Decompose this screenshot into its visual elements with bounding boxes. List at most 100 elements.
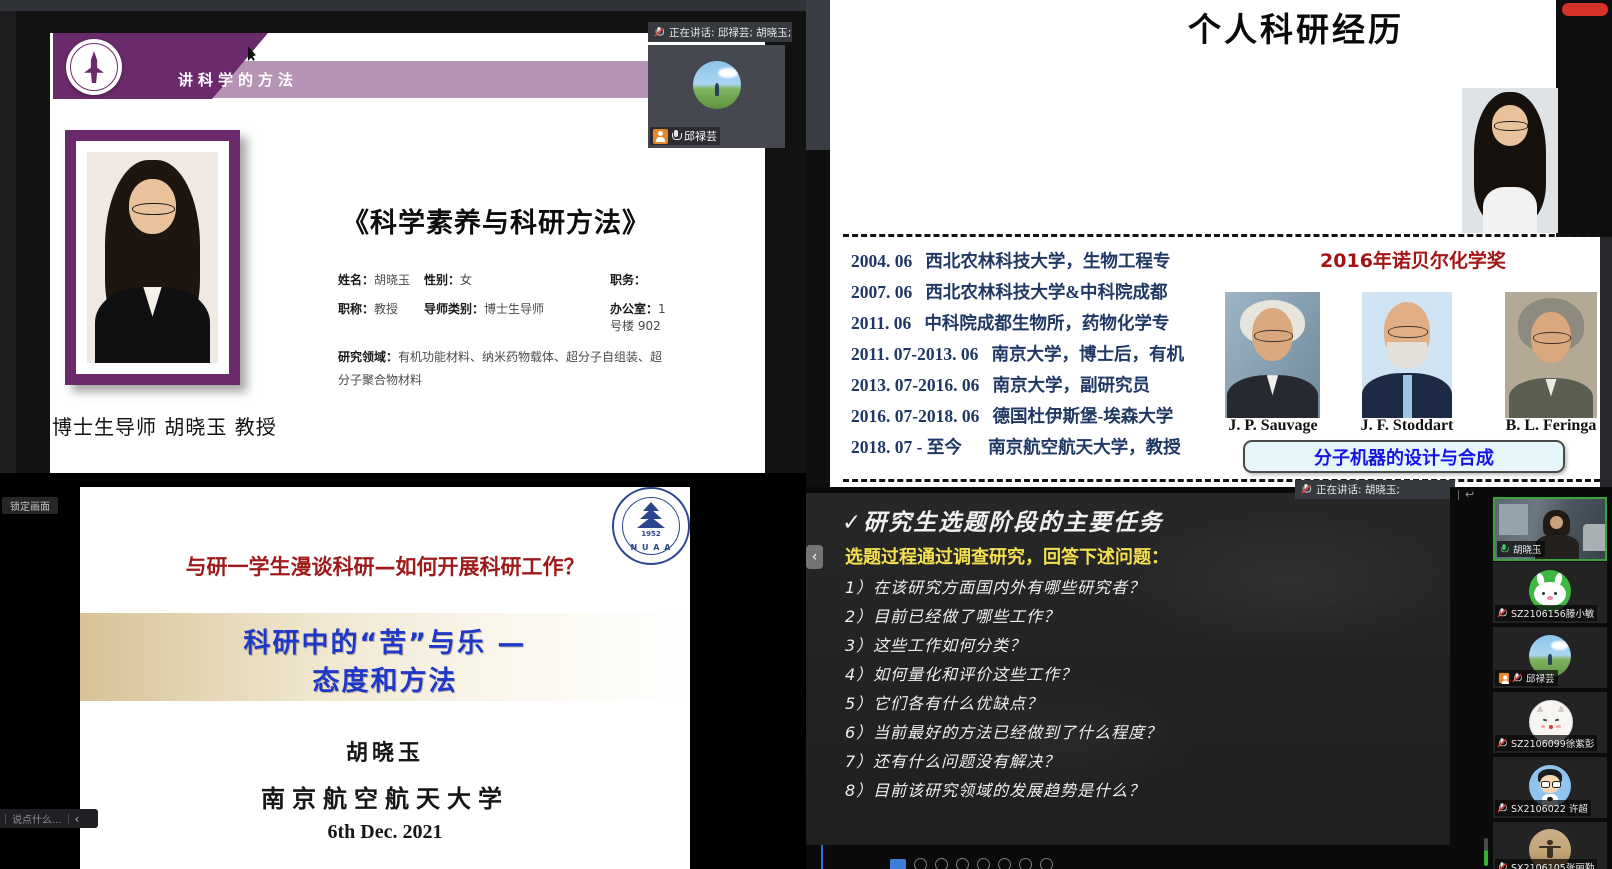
board-heading: ✓研究生选题阶段的主要任务 — [842, 503, 1163, 537]
career-timeline: 2004. 06 西北农林科技大学，生物工程专 2007. 06 西北农林科技大… — [851, 246, 1191, 466]
subtitle-blue-line1: 科研中的“苦”与乐 — — [80, 621, 690, 660]
laureate-caption: B. L. Feringa — [1492, 417, 1610, 435]
quadrant-3: 锁定画面 1952 N U A A 与研一学生漫谈科研—如何开展科研工作？ 科研… — [0, 473, 806, 869]
chat-collapse-chevron-icon[interactable]: ‹ — [75, 812, 80, 826]
college-emblem-icon — [66, 39, 122, 95]
info-label: 职称： — [338, 302, 374, 316]
video-name-label: 邱禄芸 — [650, 127, 720, 145]
logo-year: 1952 — [614, 530, 688, 538]
mic-muted-icon — [655, 26, 664, 37]
speaking-status-text: 正在讲话: 邱禄芸; 胡晓玉; — [669, 25, 791, 40]
info-label: 导师类别： — [424, 302, 484, 316]
info-label: 姓名： — [338, 273, 374, 287]
toolbar-circle-icon[interactable] — [914, 858, 927, 869]
mic-muted-icon — [1498, 862, 1506, 869]
info-row: 职称：教授 导师类别：博士生导师 办公室：1号楼 902 — [338, 300, 673, 334]
window-top-bar — [0, 0, 806, 11]
participant-name: SZ2106156滕小敏 — [1511, 606, 1594, 620]
participant-tile-teng[interactable]: SZ2106156滕小敏 — [1493, 562, 1607, 623]
mic-muted-icon — [1498, 803, 1506, 813]
info-label: 性别： — [424, 273, 460, 287]
info-label: 研究领域： — [338, 350, 398, 364]
participant-tile-xu-c[interactable]: SX2106022 许超 — [1493, 757, 1607, 818]
toolbar-circle-icon[interactable] — [935, 858, 948, 869]
professor-photo — [87, 152, 218, 363]
toolbar-circle-icon[interactable] — [977, 858, 990, 869]
toolbar-circle-icon[interactable] — [956, 858, 969, 869]
color-swatch-blue[interactable] — [890, 859, 906, 869]
laureate-photo-sauvage — [1225, 292, 1320, 418]
toolbar-circle-icon[interactable] — [1040, 858, 1053, 869]
board-questions: 1）在该研究方面国内外有哪些研究者？ 2）目前已经做了哪些工作？ 3）这些工作如… — [845, 573, 1162, 805]
question-item: 7）还有什么问题没有解决？ — [845, 747, 1162, 776]
info-value: 博士生导师 — [484, 302, 544, 316]
pen-indicator — [821, 843, 823, 869]
participant-scrollbar[interactable] — [1484, 838, 1488, 866]
annotation-toolbar — [890, 858, 1053, 869]
participant-label: SX2106022 许超 — [1495, 800, 1591, 816]
quadrant-1: 讲科学的方法 《科学素养与科研方法》 姓名：胡晓玉 性别：女 职务： — [0, 0, 806, 477]
participant-label: SZ2106156滕小敏 — [1495, 605, 1597, 621]
banner-tab-label: 讲科学的方法 — [178, 69, 298, 90]
question-item: 5）它们各有什么优缺点？ — [845, 689, 1162, 718]
info-row: 姓名：胡晓玉 性别：女 职务： — [338, 271, 673, 288]
participant-label: SZ2106099徐紫彭 — [1495, 735, 1597, 751]
question-item: 2）目前已经做了哪些工作？ — [845, 602, 1162, 631]
timeline-row: 2013. 07-2016. 06 南京大学，副研究员 — [851, 370, 1191, 401]
laureate-caption: J. F. Stoddart — [1348, 417, 1466, 435]
participant-tile-hu[interactable]: 胡晓玉 — [1493, 497, 1607, 561]
floating-video-qiu[interactable]: 邱禄芸 — [648, 45, 785, 148]
chat-placeholder[interactable]: 说点什么... — [12, 811, 62, 826]
avatar-landscape — [693, 61, 741, 109]
subtitle-blue-line2: 态度和方法 — [80, 659, 690, 698]
question-item: 1）在该研究方面国内外有哪些研究者？ — [845, 573, 1162, 602]
professor-photo-frame — [65, 130, 240, 385]
speaking-status-bar-2: 正在讲话: 胡晓玉; — [1295, 480, 1455, 499]
info-label: 职务： — [610, 273, 646, 287]
toolbar-circle-icon[interactable] — [998, 858, 1011, 869]
mic-muted-icon — [1498, 608, 1506, 618]
laureate-photo-stoddart — [1362, 292, 1452, 418]
pinned-view-text: 锁定画面 — [10, 498, 50, 513]
person-badge-icon — [653, 129, 668, 144]
participant-name: 邱禄芸 — [684, 128, 717, 144]
chat-quick-input[interactable]: 说点什么... ‹ — [0, 809, 98, 828]
professor-info-table: 姓名：胡晓玉 性别：女 职务： 职称：教授 导师类别：博士生导师 办公室：1号楼… — [338, 271, 673, 393]
return-arrow-icon: ↩ — [1465, 488, 1474, 501]
laureate-caption: J. P. Sauvage — [1214, 417, 1332, 435]
quadrant-2: 个人科研经历 姓名： 胡晓玉 邮箱： huxy@nuaa.edu.cn 办公室：… — [806, 0, 1612, 487]
participant-tile-xu-z[interactable]: SZ2106099徐紫彭 — [1493, 692, 1607, 753]
laureate-photo-feringa — [1505, 292, 1597, 418]
info-value: 胡晓玉 — [374, 273, 410, 287]
participant-name: SX2106105张丽勤 — [1511, 860, 1594, 869]
pinned-view-label: 锁定画面 — [2, 497, 58, 514]
participant-tile-qiu[interactable]: 邱禄芸 — [1493, 627, 1607, 688]
participant-name: SZ2106099徐紫彭 — [1511, 736, 1594, 750]
sidebar-collapse-icon[interactable]: ↩ — [1458, 488, 1474, 501]
slide2-title: 个人科研经历 — [996, 3, 1596, 51]
timeline-row: 2007. 06 西北农林科技大学&中科院成都 — [851, 277, 1191, 308]
toolbar-circle-icon[interactable] — [1019, 858, 1032, 869]
slide-title: 《科学素养与科研方法》 — [342, 201, 650, 240]
participant-label: 邱禄芸 — [1495, 670, 1558, 686]
info-value: 教授 — [374, 302, 398, 316]
dashed-divider-bottom — [843, 479, 1600, 482]
participant-tile-zhang[interactable]: SX2106105张丽勤 — [1493, 822, 1607, 869]
question-item: 6）当前最好的方法已经做到了什么程度？ — [845, 718, 1162, 747]
timeline-row: 2011. 06 中科院成都生物所，药物化学专 — [851, 308, 1191, 339]
question-item: 8）目前该研究领域的发展趋势是什么？ — [845, 776, 1162, 805]
divider — [5, 814, 6, 824]
speaking-status-text: 正在讲话: 胡晓玉; — [1316, 482, 1400, 497]
mic-muted-icon — [1513, 673, 1521, 683]
participant-name: 邱禄芸 — [1526, 671, 1555, 685]
research-field-row: 研究领域：有机功能材料、纳米药物载体、超分子自组装、超分子聚合物材料 — [338, 346, 673, 393]
chevron-left-icon: ‹ — [812, 549, 818, 565]
mic-active-icon — [1500, 544, 1508, 554]
board-subheading: 选题过程通过调查研究，回答下述问题： — [845, 543, 1169, 569]
question-item: 3）这些工作如何分类？ — [845, 631, 1162, 660]
prev-slide-chevron[interactable]: ‹ — [806, 545, 823, 569]
question-item: 4）如何量化和评价这些工作？ — [845, 660, 1162, 689]
q2-right-edge-lower — [1600, 237, 1612, 487]
timeline-row: 2011. 07-2013. 06 南京大学，博士后，有机 — [851, 339, 1191, 370]
q2-left-edge — [806, 0, 830, 150]
